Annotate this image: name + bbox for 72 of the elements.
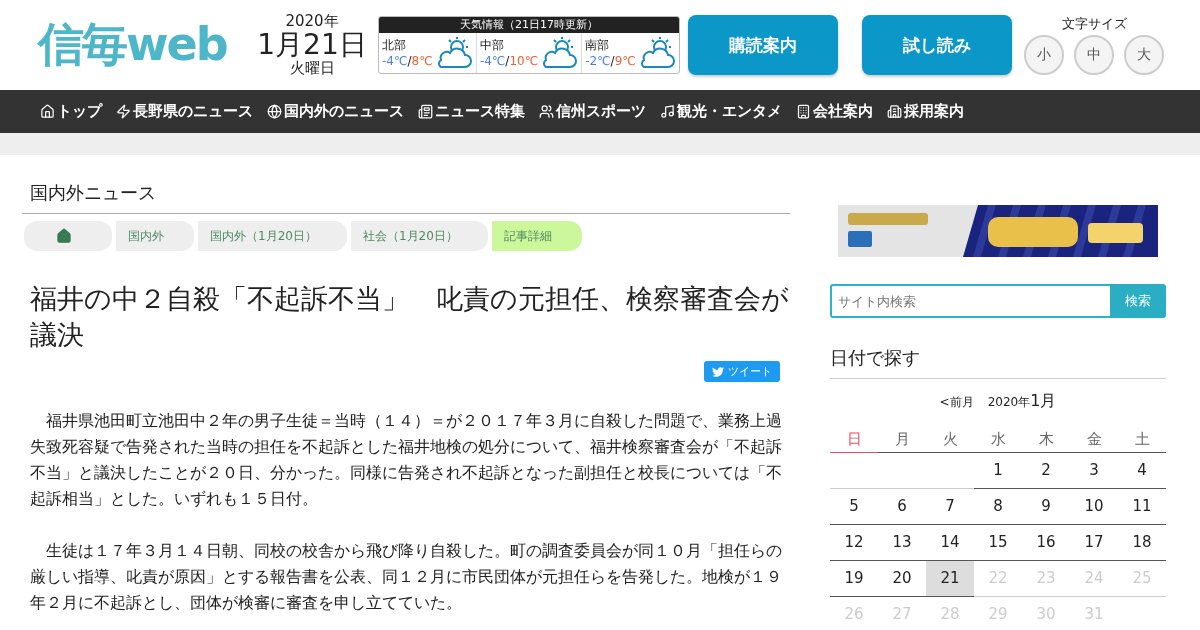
calendar-day[interactable]: 18: [1118, 525, 1166, 561]
globe-icon: [267, 104, 282, 119]
calendar-day[interactable]: 13: [878, 525, 926, 561]
nav-item[interactable]: 会社案内: [796, 102, 873, 121]
calendar-day[interactable]: 16: [1022, 525, 1070, 561]
calendar-day[interactable]: 10: [1070, 489, 1118, 525]
nav-item[interactable]: トップ: [40, 102, 102, 121]
temperature-text: -4℃/10℃: [479, 53, 539, 69]
nav-item[interactable]: 採用案内: [887, 102, 964, 121]
font-size-button[interactable]: 中: [1074, 35, 1114, 75]
nav-item[interactable]: 信州スポーツ: [539, 102, 646, 121]
building-icon: [887, 104, 902, 119]
calendar-day[interactable]: 3: [1070, 453, 1118, 489]
calendar-day[interactable]: 9: [1022, 489, 1070, 525]
building-icon: [796, 104, 811, 119]
breadcrumb-item[interactable]: [22, 219, 114, 253]
lightning-icon: [116, 104, 131, 119]
weekday-label: 金: [1070, 426, 1118, 453]
weather-title: 天気情報（21日17時更新）: [379, 17, 679, 33]
date-weekday: 火曜日: [289, 61, 335, 76]
weekday-label: 木: [1022, 426, 1070, 453]
temperature-text: -2℃/9℃: [585, 53, 636, 69]
calendar-day[interactable]: 2: [1022, 453, 1070, 489]
date-year: 2020年: [285, 14, 339, 29]
font-size-label: 文字サイズ: [1061, 15, 1127, 33]
calendar-day[interactable]: 19: [830, 561, 878, 597]
home-icon: [56, 228, 72, 244]
calendar-day[interactable]: 6: [878, 489, 926, 525]
region-name: 南部: [585, 37, 611, 53]
calendar-day[interactable]: 11: [1118, 489, 1166, 525]
bird-icon: [712, 365, 724, 378]
weekday-label: 火: [926, 426, 974, 453]
newspaper-icon: [418, 104, 433, 119]
calendar-day[interactable]: 7: [926, 489, 974, 525]
home-icon: [40, 104, 55, 119]
calendar-day[interactable]: 17: [1070, 525, 1118, 561]
weekday-label: 月: [878, 426, 926, 453]
calendar-month: 1月: [1030, 391, 1057, 410]
font-size-button[interactable]: 大: [1124, 35, 1164, 75]
nav-item[interactable]: 観光・エンタメ: [660, 102, 782, 121]
prev-month-link[interactable]: <前月: [939, 394, 974, 411]
weekday-label: 水: [974, 426, 1022, 453]
region-name: 中部: [479, 37, 505, 53]
breadcrumb-item[interactable]: 社会（1月20日）: [348, 219, 490, 253]
article-paragraph: 福井県池田町立池田中２年の男子生徒＝当時（１４）＝が２０１７年３月に自殺した問題で、業務上過失致死容疑で告発された当時の担任を不起訴とした福井地検の処分について、福井検察審査会が「不起訴不当」と議決したことが２０日、分かった。同様に告発され不起訴となった副担任と校長については「不起訴相当」とした。いずれも１５日付。: [30, 411, 783, 510]
music-icon: [660, 104, 675, 119]
font-size-button[interactable]: 小: [1024, 35, 1064, 75]
calendar-day[interactable]: 8: [974, 489, 1022, 525]
article-title: 福井の中２自殺「不起訴不当」 叱責の元担任、検察審査会が議決: [30, 282, 790, 352]
search-field[interactable]: サイト内検索: [830, 284, 1110, 318]
nav-item[interactable]: 長野県のニュース: [116, 102, 253, 121]
calendar-day[interactable]: 21: [926, 561, 974, 597]
calendar-day[interactable]: 4: [1118, 453, 1166, 489]
calendar-day[interactable]: 15: [974, 525, 1022, 561]
people-icon: [539, 104, 554, 119]
calendar-day[interactable]: 5: [830, 489, 878, 525]
article-paragraph: 生徒は１７年３月１４日朝、同校の校舎から飛び降り自殺した。町の調査委員会が同１０月「担任らの厳しい指導、叱責が原因」とする報告書を公表、同１２月に市民団体が元担任らを告発した。地検が１９年２月に不起訴とし、団体が検審に審査を申し立てていた。: [30, 541, 783, 614]
region-name: 北部: [382, 37, 407, 53]
breadcrumb-item[interactable]: 国内外（1月20日）: [196, 219, 349, 253]
temperature-text: -4℃/8℃: [382, 53, 433, 69]
section-title: 国内外ニュース: [22, 155, 790, 214]
breadcrumb-item[interactable]: 記事詳細: [489, 219, 584, 253]
weekday-label: 土: [1118, 426, 1166, 453]
calendar-title: 日付で探す: [830, 346, 1166, 379]
date-day: 1月21日: [257, 31, 367, 59]
calendar-day[interactable]: 12: [830, 525, 878, 561]
breadcrumb-item[interactable]: 国内外: [114, 219, 196, 253]
nav-item[interactable]: ニュース特集: [418, 102, 525, 121]
calendar-year: 2020年: [987, 395, 1031, 409]
weekday-label: 日: [830, 426, 878, 453]
nav-item[interactable]: 国内外のニュース: [267, 102, 404, 121]
calendar-day[interactable]: 1: [974, 453, 1022, 489]
